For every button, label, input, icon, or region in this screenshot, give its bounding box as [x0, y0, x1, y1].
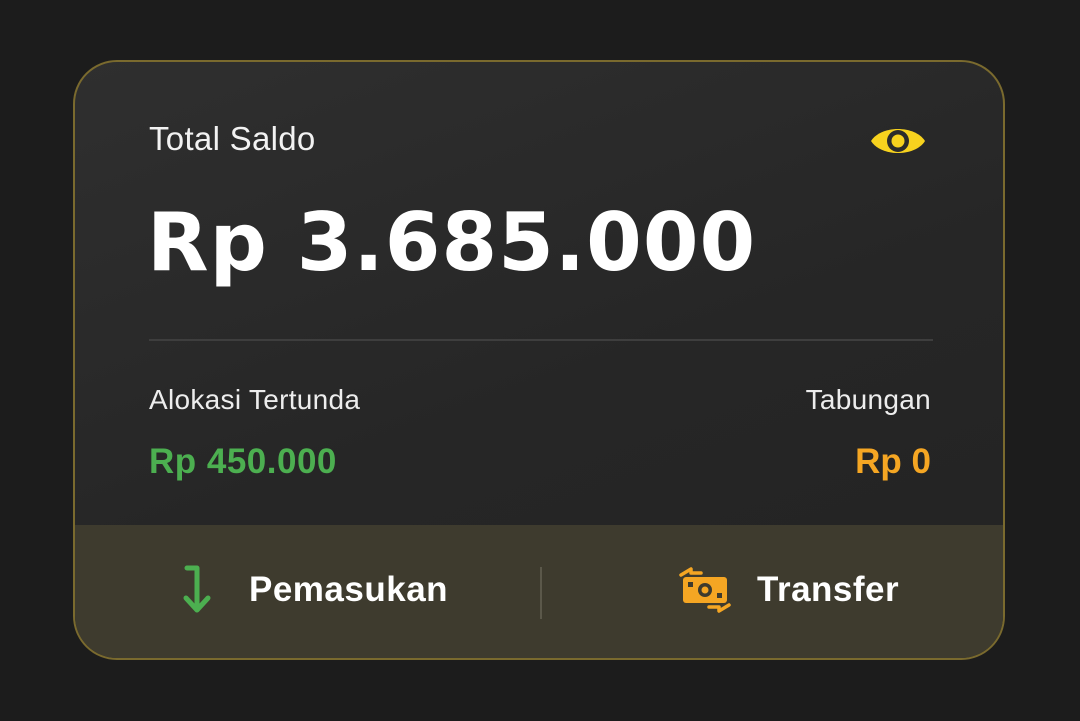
eye-icon — [871, 129, 925, 153]
income-button-label: Pemasukan — [249, 570, 449, 609]
money-transfer-icon — [679, 564, 731, 616]
action-divider — [540, 567, 542, 619]
total-balance-value: Rp 3.685.000 — [147, 196, 757, 289]
toggle-visibility-button[interactable] — [869, 120, 927, 162]
transfer-button-label: Transfer — [757, 570, 900, 609]
savings-value: Rp 0 — [855, 442, 931, 481]
arrow-down-icon — [171, 564, 223, 616]
total-balance-label: Total Saldo — [149, 120, 316, 157]
income-button[interactable]: Pemasukan — [171, 525, 448, 655]
pending-allocation-label: Alokasi Tertunda — [149, 384, 361, 415]
pending-allocation-value: Rp 450.000 — [149, 442, 337, 481]
action-bar: Pemasukan Transfer — [75, 525, 1003, 658]
savings-label: Tabungan — [805, 384, 931, 415]
divider — [149, 339, 933, 341]
balance-card: Total Saldo Rp 3.685.000 Alokasi Tertund… — [73, 60, 1005, 660]
transfer-button[interactable]: Transfer — [679, 525, 899, 655]
